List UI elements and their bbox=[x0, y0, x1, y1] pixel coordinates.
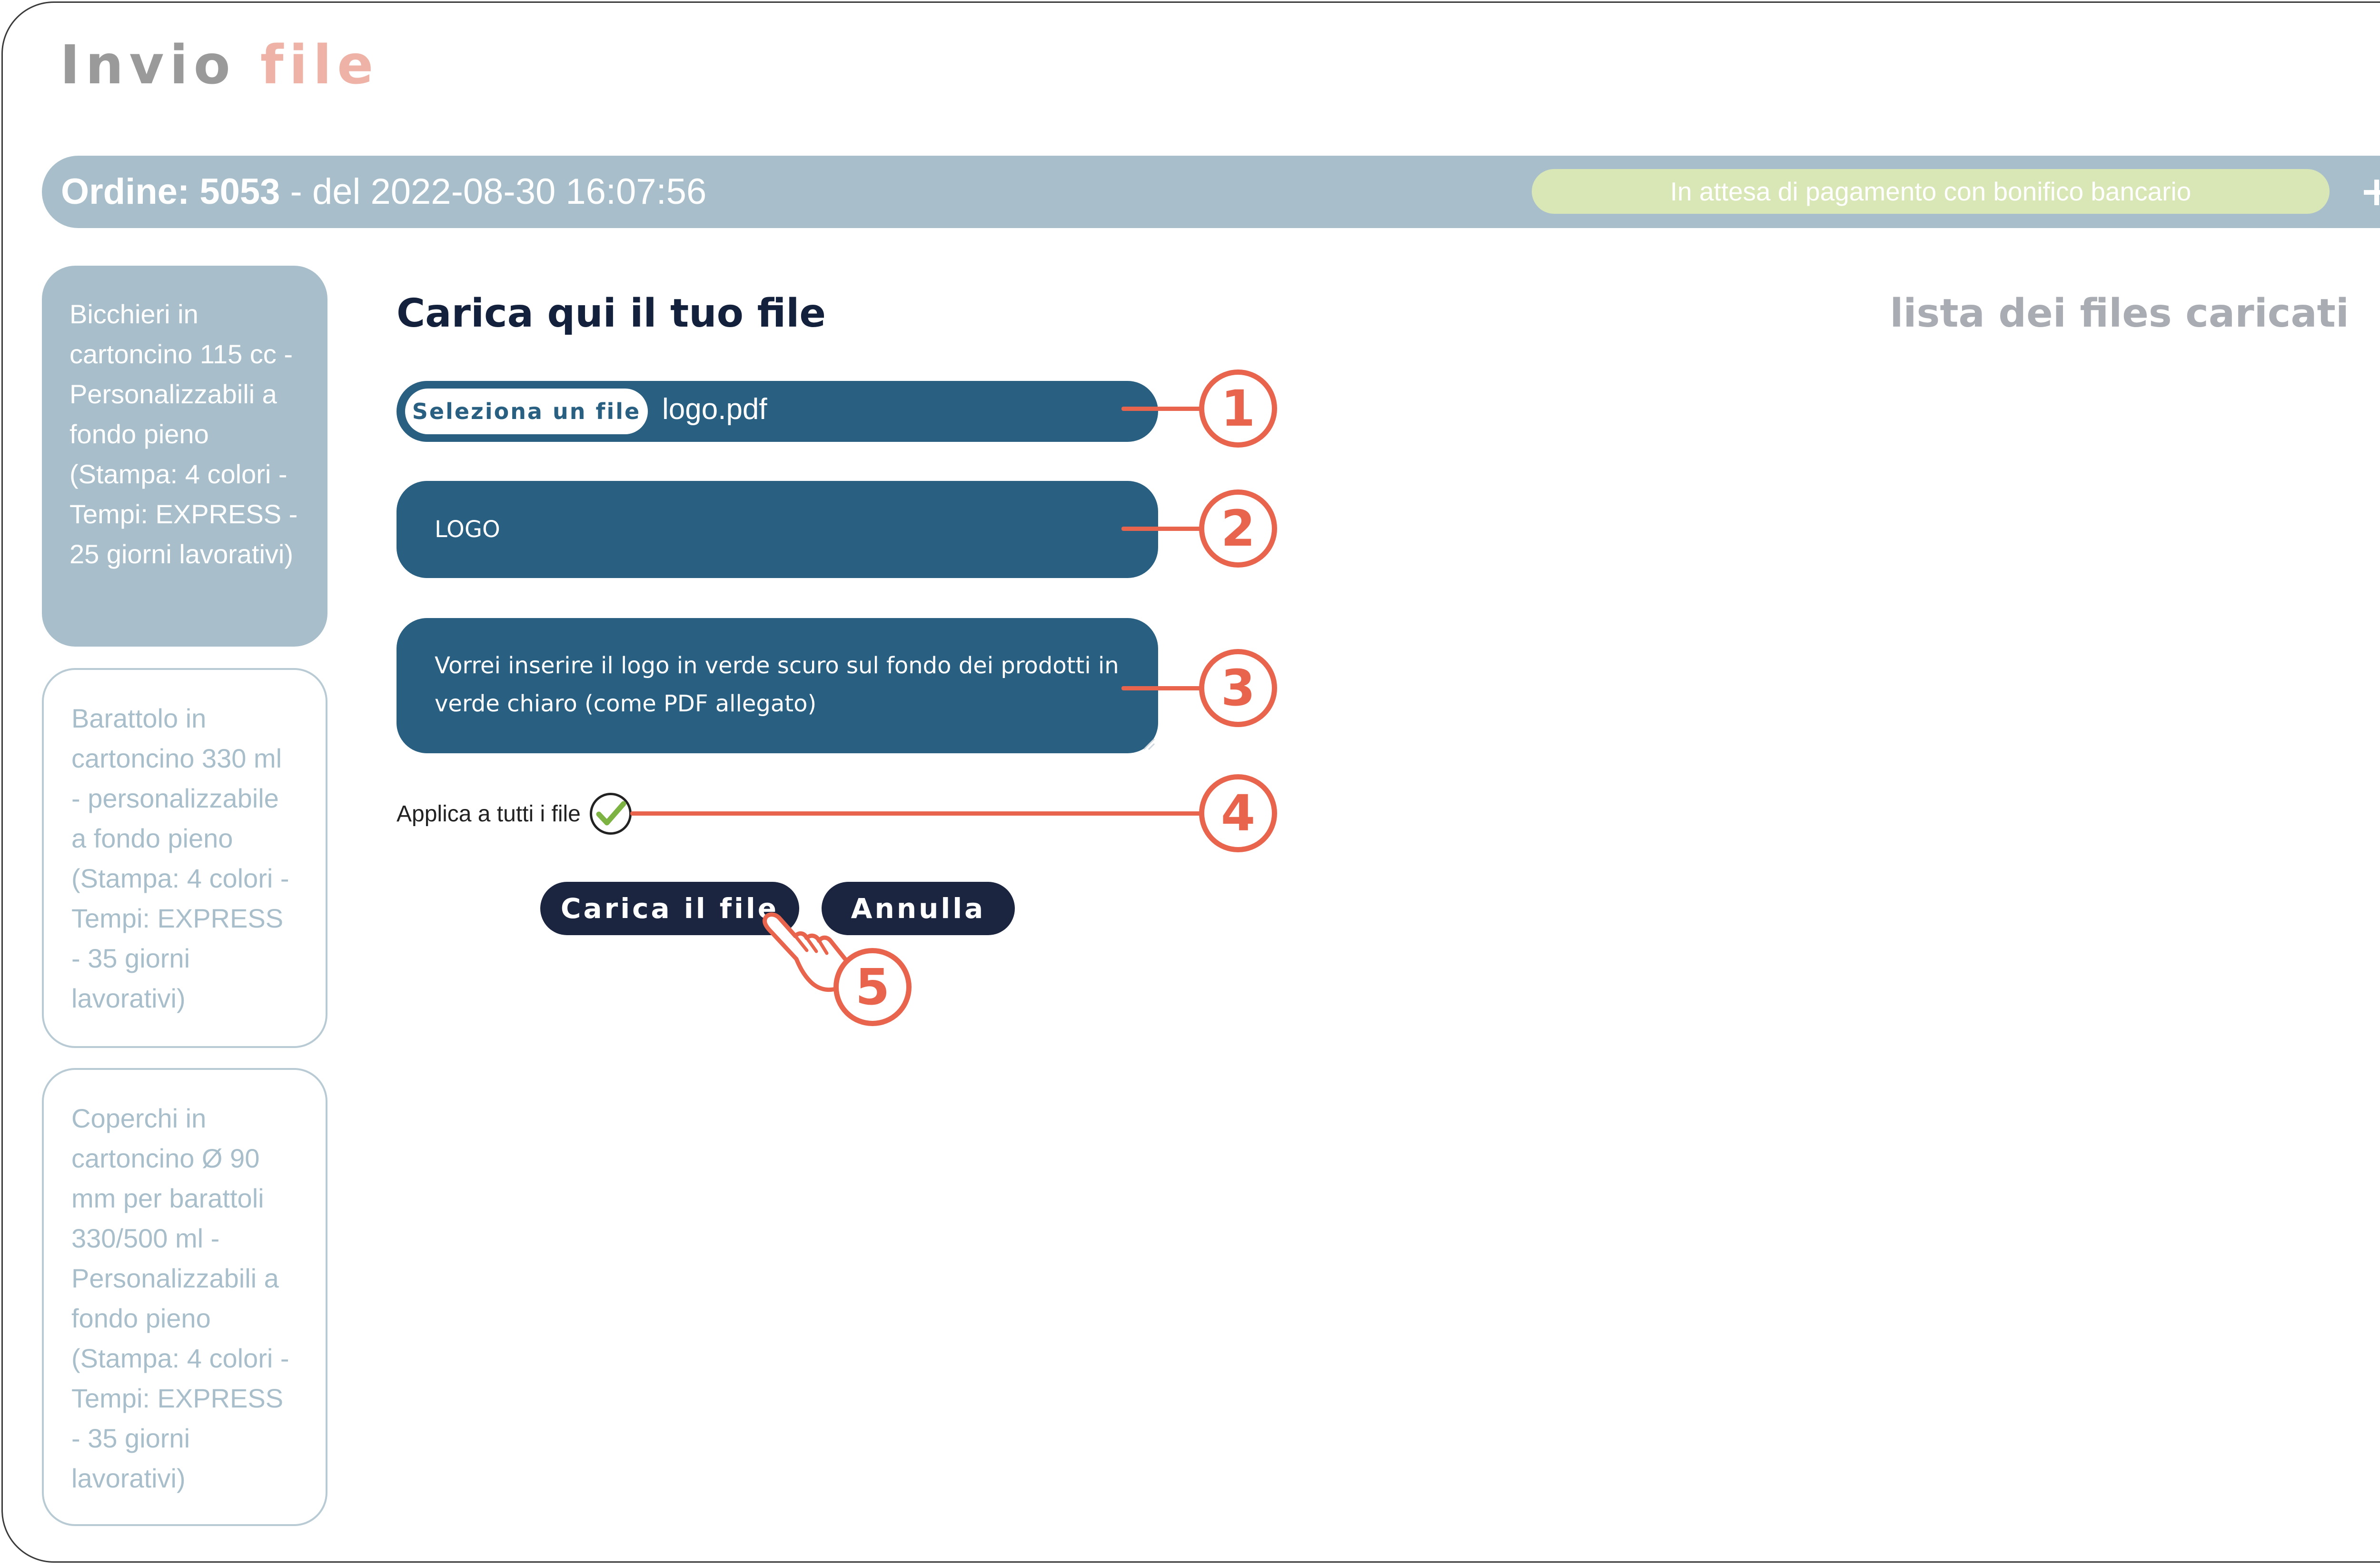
product-card[interactable]: Coperchi in cartoncino Ø 90 mm per barat… bbox=[42, 1068, 327, 1526]
annotation-line-2 bbox=[1121, 527, 1202, 531]
annotation-marker-1: 1 bbox=[1199, 369, 1277, 448]
annotation-marker-5: 5 bbox=[833, 948, 912, 1026]
app-window: Invio file Ordine: 5053 - del 2022-08-30… bbox=[1, 1, 2380, 1563]
page-title: Invio file bbox=[60, 34, 379, 96]
expand-plus-icon[interactable]: + bbox=[2346, 160, 2380, 222]
order-status-badge: In attesa di pagamento con bonifico banc… bbox=[1532, 169, 2330, 214]
upload-title: Carica qui il tuo file bbox=[397, 291, 826, 336]
file-input[interactable]: Seleziona un file logo.pdf bbox=[397, 381, 1158, 442]
order-number: Ordine: 5053 bbox=[61, 171, 280, 212]
order-date: - del 2022-08-30 16:07:56 bbox=[290, 171, 707, 212]
page-title-part1: Invio bbox=[60, 34, 236, 96]
file-name-input[interactable]: LOGO bbox=[397, 481, 1158, 578]
product-card[interactable]: Barattolo in cartoncino 330 ml - persona… bbox=[42, 668, 327, 1048]
annotation-line-3 bbox=[1121, 686, 1202, 690]
apply-all-label: Applica a tutti i file bbox=[397, 801, 581, 827]
apply-all-checkbox[interactable] bbox=[590, 793, 632, 835]
annotation-marker-3: 3 bbox=[1199, 649, 1277, 727]
checkmark-icon bbox=[596, 801, 626, 826]
select-file-button[interactable]: Seleziona un file bbox=[405, 389, 648, 434]
page-title-part2: file bbox=[260, 34, 379, 96]
annotation-line-1 bbox=[1121, 407, 1202, 411]
notes-textarea[interactable]: Vorrei inserire il logo in verde scuro s… bbox=[397, 618, 1158, 753]
notes-text: Vorrei inserire il logo in verde scuro s… bbox=[435, 652, 1119, 717]
annotation-marker-2: 2 bbox=[1199, 489, 1277, 568]
resize-grip-icon[interactable] bbox=[1141, 736, 1155, 750]
order-info: Ordine: 5053 - del 2022-08-30 16:07:56 bbox=[61, 171, 706, 212]
annotation-line-4 bbox=[630, 811, 1202, 816]
selected-file-name: logo.pdf bbox=[662, 393, 767, 426]
uploaded-files-title: lista dei files caricati bbox=[1890, 291, 2349, 336]
order-bar: Ordine: 5053 - del 2022-08-30 16:07:56 I… bbox=[42, 156, 2380, 228]
product-card-active[interactable]: Bicchieri in cartoncino 115 cc - Persona… bbox=[42, 266, 327, 647]
annotation-marker-4: 4 bbox=[1199, 774, 1277, 852]
